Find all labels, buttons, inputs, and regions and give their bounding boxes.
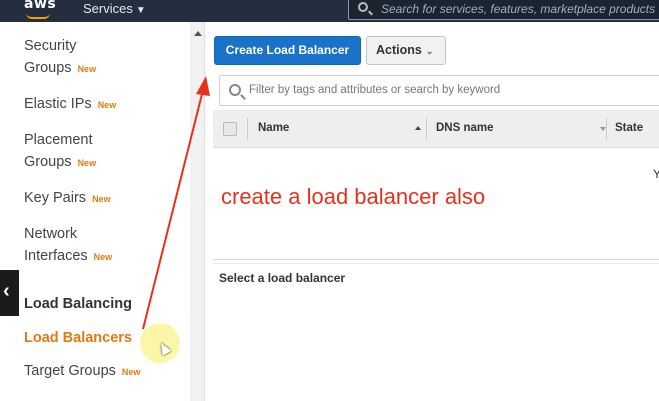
new-badge: New (77, 64, 97, 74)
table-header: Name DNS name State (213, 110, 659, 148)
sidebar-item-placement-groups[interactable]: Placement Groups New (24, 129, 184, 174)
sidebar-item-label: Groups (24, 154, 72, 170)
table-partial-text: Y (653, 167, 659, 181)
search-icon (229, 84, 241, 96)
sidebar-item-key-pairs[interactable]: Key Pairs New (24, 187, 184, 210)
sidebar-item-label: Target Groups (24, 363, 116, 379)
details-divider (213, 259, 659, 260)
new-badge: New (121, 367, 141, 377)
annotation-text: create a load balancer also (221, 184, 486, 209)
sidebar-item-elastic-ips[interactable]: Elastic IPs New (24, 93, 184, 116)
sidebar-item-network-interfaces[interactable]: Network Interfaces New (24, 223, 184, 268)
sidebar-item-label: Security (24, 38, 77, 54)
collapse-sidebar-button[interactable]: ‹ (0, 270, 19, 316)
sidebar-navigation: Security Groups New Elastic IPs New Placem… (0, 22, 190, 401)
column-header-name[interactable]: Name (258, 122, 289, 134)
caret-down-icon: ▼ (135, 5, 146, 16)
search-icon (358, 2, 368, 12)
sidebar-item-label: Groups (24, 60, 72, 76)
service-search-placeholder: Search for services, features, marketpla… (381, 2, 656, 16)
column-divider (426, 118, 427, 140)
filter-input[interactable]: Filter by tags and attributes or search … (219, 75, 659, 106)
new-badge: New (93, 252, 113, 262)
sidebar-item-label: Network (24, 226, 78, 242)
chevron-down-icon: ⌄ (425, 46, 434, 56)
sidebar-item-label: Elastic IPs (24, 96, 92, 112)
top-navigation-bar: aws Services ▼ Search for services, featu… (0, 0, 659, 22)
sidebar-item-label: Interfaces (24, 248, 88, 264)
sort-ascending-icon[interactable] (415, 126, 421, 130)
select-all-checkbox[interactable] (223, 122, 237, 136)
aws-logo-smile-icon (26, 13, 50, 19)
sidebar-item-target-groups[interactable]: Target Groups New (24, 360, 184, 383)
new-badge: New (92, 194, 111, 204)
column-header-dns-name[interactable]: DNS name (436, 122, 494, 134)
column-header-state[interactable]: State (615, 122, 643, 134)
filter-placeholder: Filter by tags and attributes or search … (249, 84, 501, 96)
services-menu-button[interactable]: Services ▼ (83, 1, 146, 16)
create-load-balancer-button[interactable]: Create Load Balancer (214, 36, 361, 65)
service-search-input[interactable]: Search for services, features, marketpla… (348, 0, 659, 20)
services-label: Services (83, 1, 133, 16)
sidebar-section-load-balancing: Load Balancing (24, 296, 132, 312)
sidebar-scrollbar[interactable] (190, 22, 205, 401)
aws-logo[interactable]: aws (24, 0, 56, 12)
sidebar-item-security-groups[interactable]: Security Groups New (24, 35, 184, 80)
main-content: Create Load Balancer Actions ⌄ Filter by … (206, 22, 659, 401)
sidebar-item-label: Placement (24, 132, 93, 148)
chevron-left-icon: ‹ (3, 280, 10, 302)
new-badge: New (97, 100, 117, 110)
actions-dropdown-button[interactable]: Actions ⌄ (366, 36, 446, 65)
details-prompt: Select a load balancer (219, 271, 346, 285)
column-divider (247, 118, 248, 140)
scroll-up-arrow-icon[interactable] (194, 31, 202, 36)
sidebar-item-label: Key Pairs (24, 190, 87, 206)
column-divider (606, 118, 607, 140)
new-badge: New (77, 158, 97, 168)
actions-label: Actions (376, 43, 422, 57)
details-divider (213, 263, 659, 264)
